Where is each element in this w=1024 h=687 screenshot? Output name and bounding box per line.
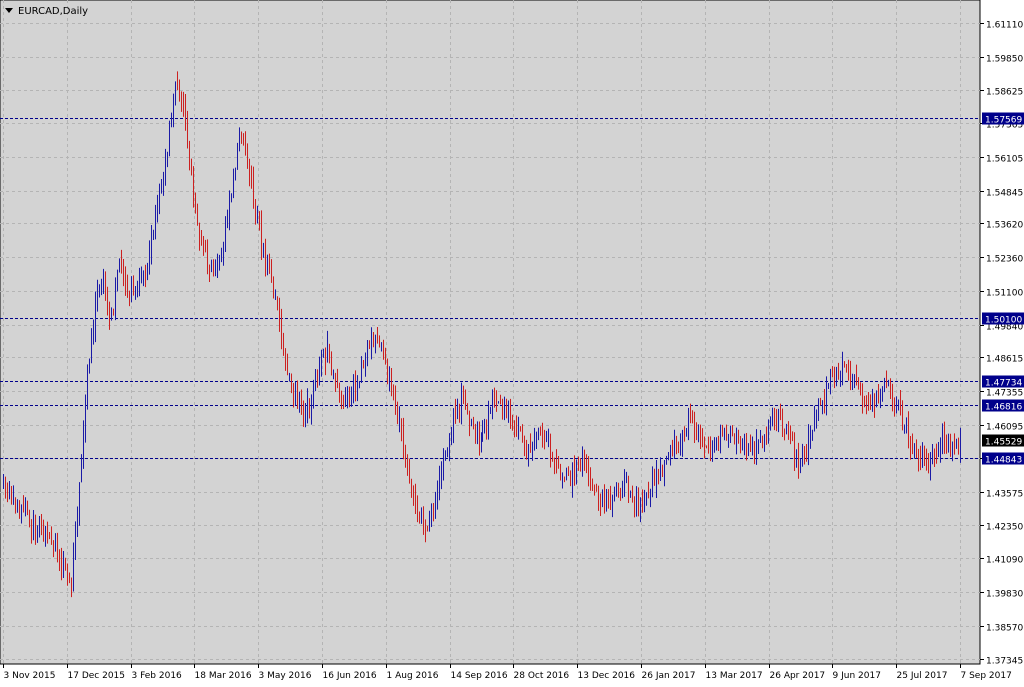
y-tick-label: 1.47355 (986, 389, 1023, 399)
x-tick-label: 14 Sep 2016 (451, 671, 508, 681)
current-price-label: 1.45529 (985, 438, 1022, 448)
x-tick-label: 1 Aug 2016 (387, 671, 439, 681)
level-price-label: 1.50100 (985, 316, 1022, 326)
x-tick-label: 26 Jan 2017 (642, 671, 696, 681)
x-tick-label: 13 Mar 2017 (706, 671, 763, 681)
y-tick-label: 1.58625 (986, 88, 1023, 98)
y-tick-label: 1.54845 (986, 189, 1023, 199)
y-tick-label: 1.43575 (986, 490, 1023, 500)
x-tick-label: 26 Apr 2017 (770, 671, 826, 681)
x-tick-label: 16 Jun 2016 (323, 671, 377, 681)
level-price-label: 1.47734 (985, 379, 1022, 389)
level-price-label: 1.46816 (985, 403, 1022, 413)
level-price-label: 1.44843 (985, 456, 1022, 466)
x-tick-label: 13 Dec 2016 (578, 671, 636, 681)
x-tick-label: 18 Mar 2016 (195, 671, 252, 681)
x-tick-label: 25 Jul 2017 (897, 671, 948, 681)
y-tick-label: 1.48615 (986, 355, 1023, 365)
chart-title: EURCAD,Daily (18, 6, 88, 17)
y-tick-label: 1.61110 (986, 21, 1023, 31)
x-tick-label: 28 Oct 2016 (514, 671, 570, 681)
y-tick-label: 1.46095 (986, 423, 1023, 433)
x-tick-label: 9 Jun 2017 (833, 671, 881, 681)
y-tick-label: 1.56105 (986, 155, 1023, 165)
y-tick-label: 1.37345 (986, 657, 1023, 667)
chart-title-area[interactable]: EURCAD,Daily (5, 6, 88, 17)
y-tick-label: 1.42350 (986, 523, 1023, 533)
x-tick-label: 3 Feb 2016 (132, 671, 183, 681)
y-tick-label: 1.51100 (986, 289, 1023, 299)
eurcad-daily-ohlc-chart: 1.611101.598501.586251.573651.561051.548… (0, 0, 1024, 683)
x-tick-label: 17 Dec 2015 (68, 671, 126, 681)
x-tick-label: 7 Sep 2017 (961, 671, 1012, 681)
y-tick-label: 1.39830 (986, 590, 1023, 600)
y-tick-label: 1.38570 (986, 624, 1023, 634)
y-tick-label: 1.53620 (986, 221, 1023, 231)
y-tick-label: 1.59850 (986, 55, 1023, 65)
x-tick-label: 3 Nov 2015 (4, 671, 56, 681)
chart-window: 1.61110 1.59850 1.58625 1.57365 1.56105 1.548… (0, 0, 1024, 683)
x-tick-label: 3 May 2016 (259, 671, 312, 681)
y-tick-label: 1.41090 (986, 556, 1023, 566)
level-price-label: 1.57569 (985, 116, 1022, 126)
y-tick-label: 1.52360 (986, 255, 1023, 265)
